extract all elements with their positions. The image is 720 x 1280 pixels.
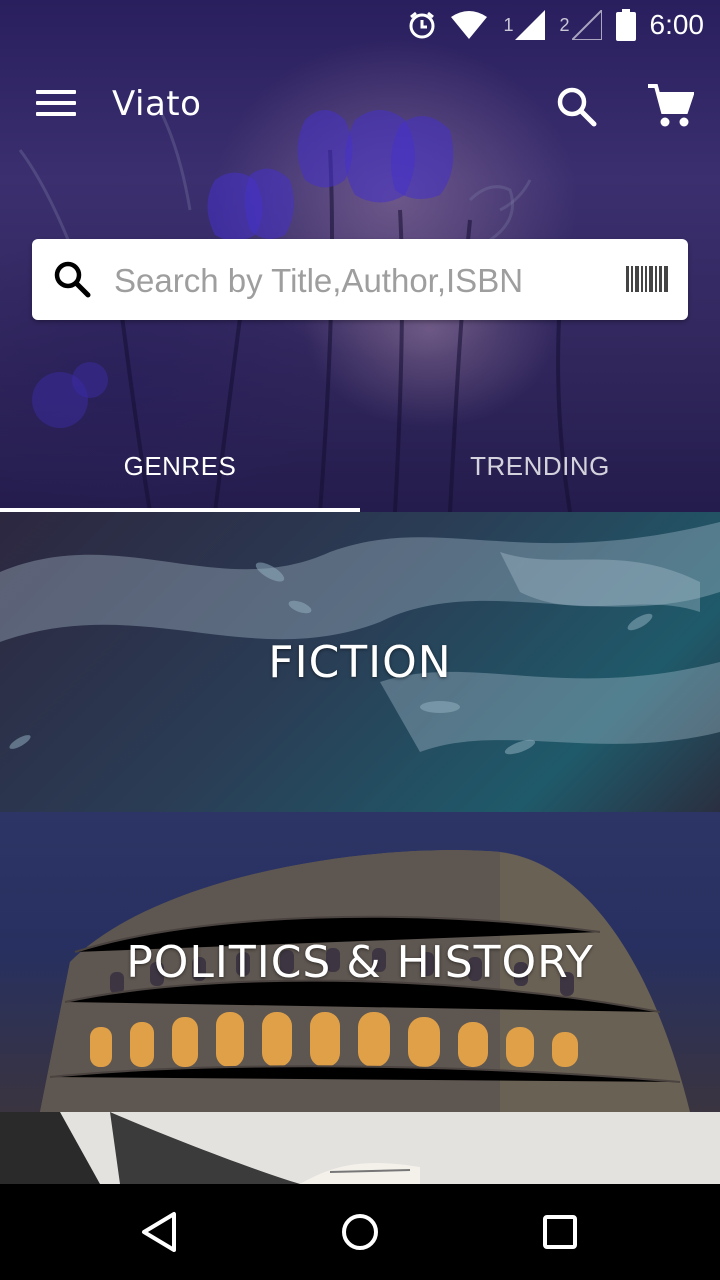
menu-icon[interactable] [36, 90, 76, 122]
sim1-label: 1 [503, 14, 514, 35]
home-icon[interactable] [336, 1208, 384, 1256]
recents-icon[interactable] [536, 1208, 584, 1256]
search-box [32, 239, 688, 320]
signal-icon: 2 [559, 10, 602, 40]
tab-bar: GENRES TRENDING [0, 420, 720, 512]
back-icon[interactable] [136, 1208, 184, 1256]
header-hero: 1 2 6:00 Viato Search by Title,Author,IS… [0, 0, 720, 512]
tab-trending[interactable]: TRENDING [360, 420, 720, 512]
genre-background-image [0, 1112, 420, 1184]
tab-genres[interactable]: GENRES [0, 420, 360, 512]
system-nav-bar [0, 1184, 720, 1280]
search-icon[interactable] [552, 82, 600, 130]
signal-icon: 1 [503, 10, 546, 40]
wifi-icon [451, 11, 488, 39]
genre-card-fiction[interactable]: FICTION [0, 512, 720, 812]
genre-label: POLITICS & HISTORY [126, 936, 594, 988]
battery-icon [615, 9, 636, 41]
search-icon [52, 259, 92, 304]
alarm-icon [407, 10, 437, 40]
search-input[interactable] [112, 255, 596, 307]
genre-card-politics-history[interactable]: POLITICS & HISTORY [0, 812, 720, 1112]
status-bar: 1 2 6:00 [0, 0, 720, 50]
app-title: Viato [112, 84, 202, 124]
cart-icon[interactable] [646, 82, 695, 130]
status-time: 6:00 [649, 9, 705, 40]
sim2-label: 2 [559, 14, 570, 35]
genre-label: FICTION [268, 636, 452, 688]
app-toolbar: Viato [0, 60, 720, 150]
barcode-icon[interactable] [626, 266, 668, 297]
genre-card[interactable] [0, 1112, 720, 1184]
